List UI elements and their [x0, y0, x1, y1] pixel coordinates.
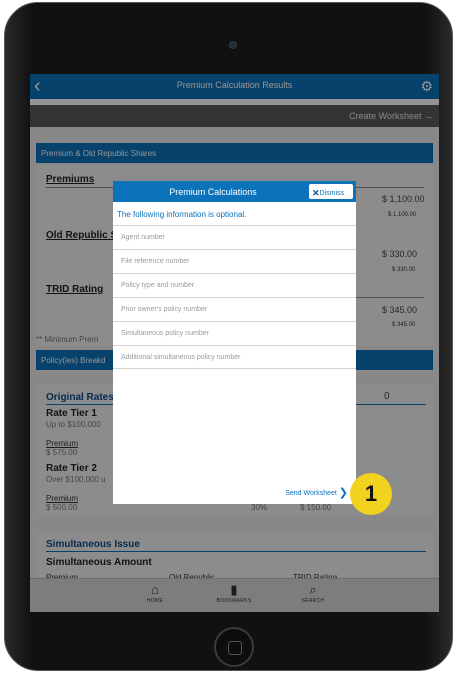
dismiss-button[interactable]: ✕Dismiss — [309, 184, 353, 199]
file-reference-field[interactable]: File reference number — [113, 249, 356, 273]
agent-number-field[interactable]: Agent number — [113, 225, 356, 249]
policy-type-field[interactable]: Policy type and number — [113, 273, 356, 297]
send-worksheet-button[interactable]: Send Worksheet ❯ — [285, 485, 348, 499]
home-hardware-button[interactable] — [214, 627, 254, 667]
close-icon: ✕ — [312, 188, 320, 198]
additional-simultaneous-policy-field[interactable]: Additional simultaneous policy number — [113, 345, 356, 369]
dismiss-label: Dismiss — [319, 190, 345, 197]
simultaneous-policy-field[interactable]: Simultaneous policy number — [113, 321, 356, 345]
prior-owner-policy-field[interactable]: Prior owner's policy number — [113, 297, 356, 321]
optional-info-text: The following information is optional. — [117, 210, 247, 219]
premium-calculations-modal: Premium Calculations ✕Dismiss The follow… — [113, 181, 356, 504]
chevron-right-icon: ❯ — [338, 487, 348, 499]
front-camera — [229, 41, 237, 49]
modal-title: Premium Calculations — [169, 187, 257, 197]
callout-badge: 1 — [350, 473, 392, 515]
send-worksheet-label: Send Worksheet — [285, 490, 337, 497]
app-screen: ‹ Premium Calculation Results ⚙ Create W… — [30, 74, 439, 612]
modal-header: Premium Calculations ✕Dismiss — [113, 181, 356, 202]
